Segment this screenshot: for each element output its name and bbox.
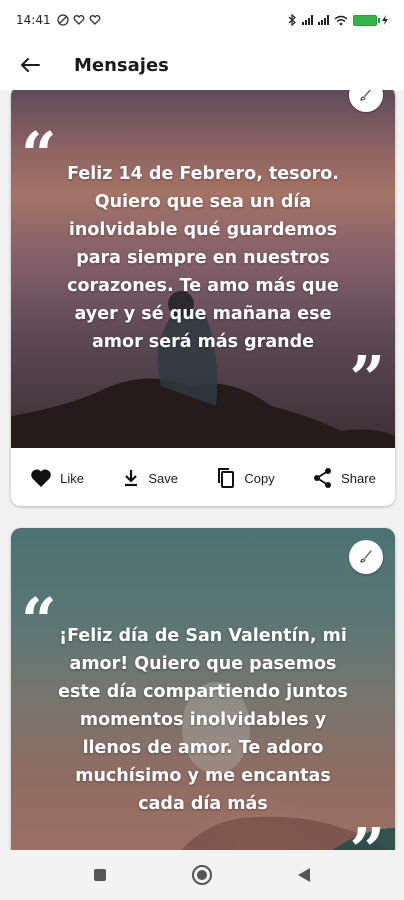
- app-bar: Mensajes: [0, 40, 404, 90]
- edit-button[interactable]: [349, 540, 383, 574]
- wifi-icon: [334, 15, 348, 25]
- status-time: 14:41: [16, 13, 51, 27]
- do-not-disturb-icon: [56, 14, 69, 26]
- bluetooth-icon: [288, 14, 296, 26]
- brush-icon: [360, 90, 371, 101]
- quote-text: ¡Feliz día de San Valentín, mi amor! Qui…: [58, 626, 348, 814]
- heart-signal-icon: [89, 15, 101, 25]
- status-bar: 14:41: [0, 0, 404, 40]
- page-title: Mensajes: [74, 54, 169, 76]
- signal-icon: [302, 15, 313, 25]
- back-triangle-icon: [298, 868, 310, 882]
- close-quote-icon: ”: [349, 820, 385, 851]
- copy-icon: [218, 468, 235, 488]
- quote-background-image: “ ¡Feliz día de San Valentín, mi amor! Q…: [11, 528, 395, 850]
- recents-button[interactable]: [88, 863, 112, 887]
- save-button[interactable]: Save: [122, 468, 178, 488]
- messages-list[interactable]: “ Feliz 14 de Febrero, tesoro. Quiero qu…: [0, 90, 404, 850]
- heart-icon: [31, 469, 51, 487]
- battery-icon: [353, 14, 380, 26]
- system-nav-bar: [0, 850, 404, 900]
- save-label: Save: [148, 470, 179, 486]
- brush-icon: [360, 550, 372, 563]
- message-card: “ ¡Feliz día de San Valentín, mi amor! Q…: [11, 528, 395, 850]
- like-label: Like: [60, 470, 85, 486]
- quote-background-image: “ Feliz 14 de Febrero, tesoro. Quiero qu…: [11, 90, 395, 448]
- share-label: Share: [341, 470, 376, 486]
- download-icon: [125, 470, 138, 487]
- close-quote-icon: ”: [349, 342, 385, 415]
- home-circle-icon: [192, 865, 212, 885]
- recents-square-icon: [94, 869, 106, 881]
- share-button[interactable]: Share: [313, 467, 376, 489]
- status-notification-icons: [56, 14, 101, 26]
- charging-icon: [382, 15, 388, 25]
- arrow-left-icon: [21, 58, 40, 72]
- message-card: “ Feliz 14 de Febrero, tesoro. Quiero qu…: [11, 90, 395, 506]
- copy-button[interactable]: Copy: [216, 467, 275, 489]
- card-action-bar: Like Save Copy Share: [11, 450, 395, 506]
- heart-signal-icon: [73, 15, 85, 25]
- copy-label: Copy: [244, 470, 275, 486]
- signal-icon: [318, 15, 329, 25]
- nav-back-button[interactable]: [292, 863, 316, 887]
- share-icon: [314, 468, 332, 488]
- home-button[interactable]: [190, 863, 214, 887]
- status-system-icons: [288, 14, 388, 26]
- like-button[interactable]: Like: [30, 468, 84, 488]
- back-button[interactable]: [6, 41, 54, 89]
- quote-text: Feliz 14 de Febrero, tesoro. Quiero que …: [67, 164, 339, 352]
